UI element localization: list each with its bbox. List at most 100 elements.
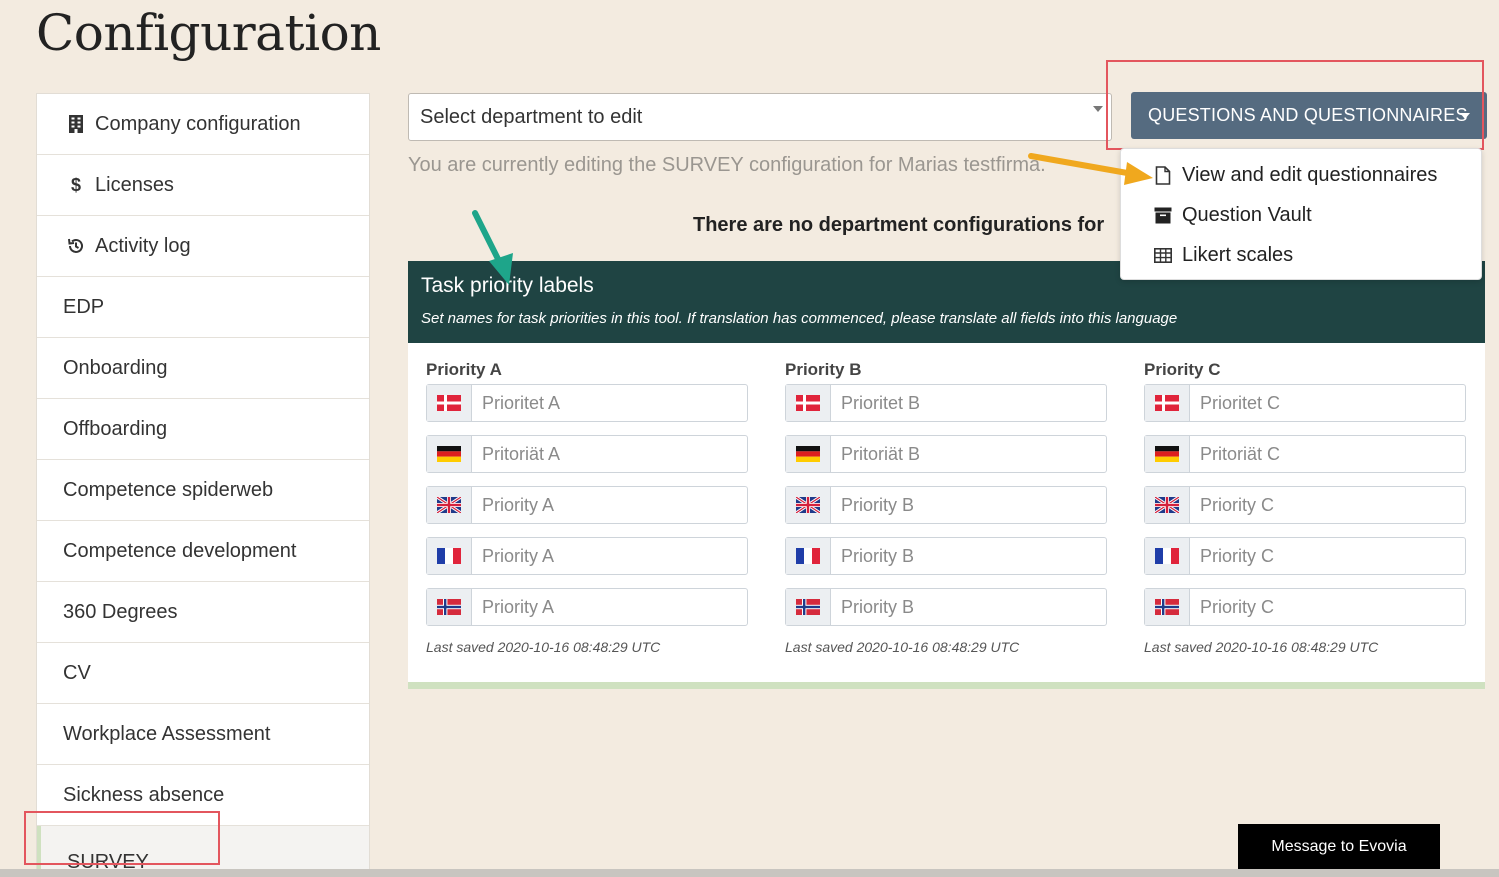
sidebar-item-competence-development[interactable]: Competence development bbox=[37, 521, 369, 582]
priority-translation-input[interactable]: Priority B bbox=[785, 537, 1107, 575]
norwegian-flag-icon bbox=[1145, 589, 1190, 625]
priority-translation-input[interactable]: Priority C bbox=[1144, 588, 1466, 626]
card-footer-bar bbox=[408, 682, 1485, 689]
sidebar-item-cv[interactable]: CV bbox=[37, 643, 369, 704]
sidebar-item-edp[interactable]: EDP bbox=[37, 277, 369, 338]
last-saved-text: Last saved 2020-10-16 08:48:29 UTC bbox=[426, 639, 661, 655]
norwegian-flag-icon bbox=[786, 589, 831, 625]
priority-column: Priority B Prioritet B Pritoriät B Priority… bbox=[785, 360, 1107, 655]
sidebar-item-sickness-absence[interactable]: Sickness absence bbox=[37, 765, 369, 826]
chevron-down-icon bbox=[1093, 106, 1103, 112]
menu-item-label: Likert scales bbox=[1182, 243, 1294, 266]
sidebar-item-company-configuration[interactable]: Company configuration bbox=[37, 94, 369, 155]
priority-translation-input[interactable]: Priority C bbox=[1144, 486, 1466, 524]
sidebar-item-label: CV bbox=[63, 661, 91, 684]
sidebar-item-label: Licenses bbox=[95, 173, 174, 196]
priority-translation-input[interactable]: Priority A bbox=[426, 537, 748, 575]
norwegian-flag-icon bbox=[427, 589, 472, 625]
menu-item-question-vault[interactable]: Question Vault bbox=[1121, 195, 1481, 235]
priority-input-value: Priority C bbox=[1200, 545, 1275, 566]
priority-input-value: Pritoriät B bbox=[841, 443, 921, 464]
priority-label: Priority A bbox=[426, 360, 502, 379]
sidebar-item-licenses[interactable]: $ Licenses bbox=[37, 155, 369, 216]
priority-translation-input[interactable]: Prioritet A bbox=[426, 384, 748, 422]
priority-input-value: Priority C bbox=[1200, 494, 1275, 515]
sidebar-item-workplace-assessment[interactable]: Workplace Assessment bbox=[37, 704, 369, 765]
sidebar-item-label: 360 Degrees bbox=[63, 600, 178, 623]
department-select[interactable]: Select department to edit bbox=[408, 93, 1112, 141]
priority-translation-input[interactable]: Pritoriät A bbox=[426, 435, 748, 473]
uk-flag-icon bbox=[786, 487, 831, 523]
file-icon bbox=[1153, 165, 1173, 185]
questions-button-label: QUESTIONS AND QUESTIONNAIRES bbox=[1148, 105, 1468, 125]
sidebar-item-activity-log[interactable]: Activity log bbox=[37, 216, 369, 277]
priority-column: Priority C Prioritet C Pritoriät C Priority… bbox=[1144, 360, 1466, 655]
menu-item-likert-scales[interactable]: Likert scales bbox=[1121, 235, 1481, 275]
priority-translation-input[interactable]: Prioritet B bbox=[785, 384, 1107, 422]
menu-item-label: Question Vault bbox=[1182, 203, 1312, 226]
danish-flag-icon bbox=[1145, 385, 1190, 421]
priority-input-value: Priority B bbox=[841, 596, 915, 617]
priority-translation-input[interactable]: Prioritet C bbox=[1144, 384, 1466, 422]
priority-translation-input[interactable]: Pritoriät C bbox=[1144, 435, 1466, 473]
priority-label: Priority C bbox=[1144, 360, 1221, 379]
sidebar-item-label: Offboarding bbox=[63, 417, 168, 440]
danish-flag-icon bbox=[786, 385, 831, 421]
german-flag-icon bbox=[786, 436, 831, 472]
priority-translation-input[interactable]: Priority B bbox=[785, 486, 1107, 524]
priority-input-value: Priority A bbox=[482, 494, 555, 515]
priority-input-value: Prioritet B bbox=[841, 392, 921, 413]
french-flag-icon bbox=[427, 538, 472, 574]
sidebar-item-label: EDP bbox=[63, 295, 105, 318]
priority-label: Priority B bbox=[785, 360, 862, 379]
priority-translation-input[interactable]: Priority A bbox=[426, 486, 748, 524]
german-flag-icon bbox=[1145, 436, 1190, 472]
sidebar-item-360-degrees[interactable]: 360 Degrees bbox=[37, 582, 369, 643]
uk-flag-icon bbox=[427, 487, 472, 523]
priority-input-value: Prioritet C bbox=[1200, 392, 1281, 413]
sidebar: Company configuration $ Licenses Activit… bbox=[36, 93, 370, 877]
sidebar-item-label: Workplace Assessment bbox=[63, 722, 271, 745]
last-saved-text: Last saved 2020-10-16 08:48:29 UTC bbox=[1144, 639, 1379, 655]
task-priority-card: Task priority labels Set names for task … bbox=[408, 261, 1485, 689]
priority-input-value: Priority B bbox=[841, 494, 915, 515]
history-icon bbox=[65, 237, 87, 255]
no-department-config-message: There are no department configurations f… bbox=[693, 214, 1105, 236]
priority-translation-input[interactable]: Priority B bbox=[785, 588, 1107, 626]
priority-input-value: Prioritet A bbox=[482, 392, 561, 413]
editing-note: You are currently editing the SURVEY con… bbox=[408, 154, 1046, 176]
caret-down-icon bbox=[1460, 113, 1470, 119]
priority-translation-input[interactable]: Pritoriät B bbox=[785, 435, 1107, 473]
priority-input-value: Priority A bbox=[482, 545, 555, 566]
dollar-icon: $ bbox=[70, 174, 81, 195]
priority-input-value: Pritoriät A bbox=[482, 443, 561, 464]
sidebar-item-offboarding[interactable]: Offboarding bbox=[37, 399, 369, 460]
bottom-scrollbar[interactable] bbox=[0, 869, 1499, 877]
table-icon bbox=[1153, 247, 1173, 263]
sidebar-item-competence-spiderweb[interactable]: Competence spiderweb bbox=[37, 460, 369, 521]
menu-item-label: View and edit questionnaires bbox=[1182, 163, 1438, 186]
priority-input-value: Priority A bbox=[482, 596, 555, 617]
sidebar-item-label: Sickness absence bbox=[63, 783, 225, 806]
priority-translation-input[interactable]: Priority A bbox=[426, 588, 748, 626]
questions-and-questionnaires-button[interactable]: QUESTIONS AND QUESTIONNAIRES bbox=[1131, 92, 1487, 139]
priority-column: Priority A Prioritet A Pritoriät A Priority… bbox=[426, 360, 748, 655]
archive-icon bbox=[1153, 207, 1173, 224]
message-to-evovia-button[interactable]: Message to Evovia bbox=[1238, 824, 1440, 869]
menu-item-view-edit-questionnaires[interactable]: View and edit questionnaires bbox=[1121, 155, 1481, 195]
questions-dropdown-menu: View and edit questionnaires Question Va… bbox=[1120, 148, 1482, 280]
priority-input-value: Priority C bbox=[1200, 596, 1275, 617]
priority-translation-input[interactable]: Priority C bbox=[1144, 537, 1466, 575]
sidebar-item-label: Activity log bbox=[95, 234, 191, 257]
page-title: Configuration bbox=[36, 4, 381, 62]
french-flag-icon bbox=[1145, 538, 1190, 574]
priority-input-value: Pritoriät C bbox=[1200, 443, 1281, 464]
sidebar-item-label: Onboarding bbox=[63, 356, 168, 379]
priority-input-value: Priority B bbox=[841, 545, 915, 566]
card-subtitle: Set names for task priorities in this to… bbox=[421, 310, 1178, 327]
sidebar-item-label: Competence development bbox=[63, 539, 297, 562]
danish-flag-icon bbox=[427, 385, 472, 421]
french-flag-icon bbox=[786, 538, 831, 574]
uk-flag-icon bbox=[1145, 487, 1190, 523]
sidebar-item-onboarding[interactable]: Onboarding bbox=[37, 338, 369, 399]
